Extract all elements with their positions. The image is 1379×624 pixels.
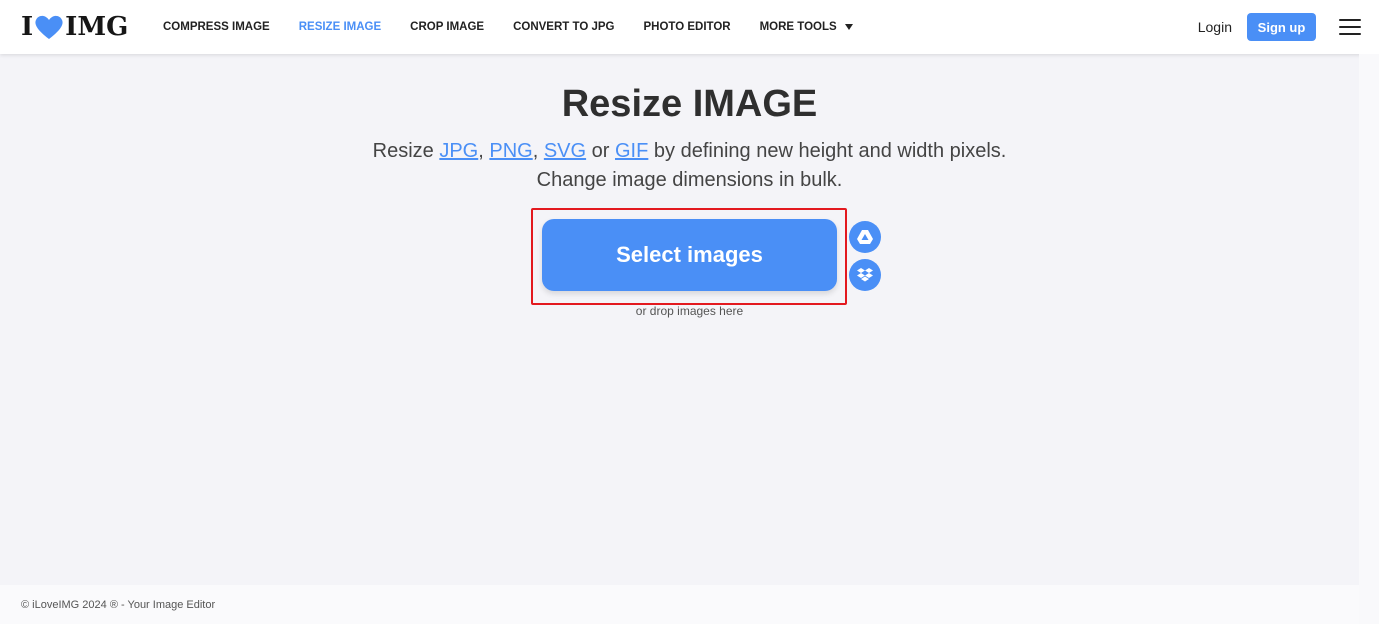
drop-hint: or drop images here xyxy=(635,304,744,318)
select-images-button[interactable]: Select images xyxy=(542,219,837,291)
header-actions: Login Sign up xyxy=(1198,0,1379,54)
nav-more-tools[interactable]: MORE TOOLS xyxy=(760,21,853,33)
dropbox-icon xyxy=(857,268,873,282)
top-header: I IMG COMPRESS IMAGE RESIZE IMAGE CROP I… xyxy=(0,0,1379,54)
subtitle-line-2: Change image dimensions in bulk. xyxy=(536,169,843,191)
format-link-svg[interactable]: SVG xyxy=(544,140,586,162)
logo-letter-i: I xyxy=(21,12,34,42)
footer-copyright: © iLoveIMG 2024 ® - Your Image Editor xyxy=(21,598,216,611)
format-link-png[interactable]: PNG xyxy=(489,140,532,162)
subtitle-line-1: Resize JPG, PNG, SVG or GIF by defining … xyxy=(0,137,1379,166)
nav-compress-image[interactable]: COMPRESS IMAGE xyxy=(163,21,270,33)
format-link-gif[interactable]: GIF xyxy=(615,140,648,162)
page-footer: © iLoveIMG 2024 ® - Your Image Editor xyxy=(0,585,1359,624)
google-drive-icon xyxy=(857,230,873,244)
subtitle-separator: , xyxy=(532,140,544,162)
subtitle-separator: or xyxy=(586,140,615,162)
caret-down-icon xyxy=(844,24,853,30)
nav-crop-image[interactable]: CROP IMAGE xyxy=(410,21,484,33)
hamburger-menu-icon[interactable] xyxy=(1339,19,1361,35)
subtitle-suffix: by defining new height and width pixels. xyxy=(648,140,1007,162)
signup-button[interactable]: Sign up xyxy=(1247,13,1316,41)
format-link-jpg[interactable]: JPG xyxy=(439,140,478,162)
heart-icon xyxy=(35,15,63,39)
google-drive-button[interactable] xyxy=(849,221,881,253)
logo-letters-img: IMG xyxy=(65,12,129,42)
iloveimg-logo[interactable]: I IMG xyxy=(21,12,129,42)
dropbox-button[interactable] xyxy=(849,259,881,291)
main-nav: COMPRESS IMAGE RESIZE IMAGE CROP IMAGE C… xyxy=(163,0,882,54)
nav-convert-to-jpg[interactable]: CONVERT TO JPG xyxy=(513,21,614,33)
login-link[interactable]: Login xyxy=(1198,19,1232,35)
nav-photo-editor[interactable]: PHOTO EDITOR xyxy=(643,21,730,33)
nav-more-tools-label: MORE TOOLS xyxy=(759,21,837,33)
nav-resize-image[interactable]: RESIZE IMAGE xyxy=(299,21,381,33)
page-subtitle: Resize JPG, PNG, SVG or GIF by defining … xyxy=(0,137,1379,195)
subtitle-separator: , xyxy=(478,140,490,162)
page-title: Resize IMAGE xyxy=(561,83,818,125)
subtitle-prefix: Resize xyxy=(372,140,440,162)
